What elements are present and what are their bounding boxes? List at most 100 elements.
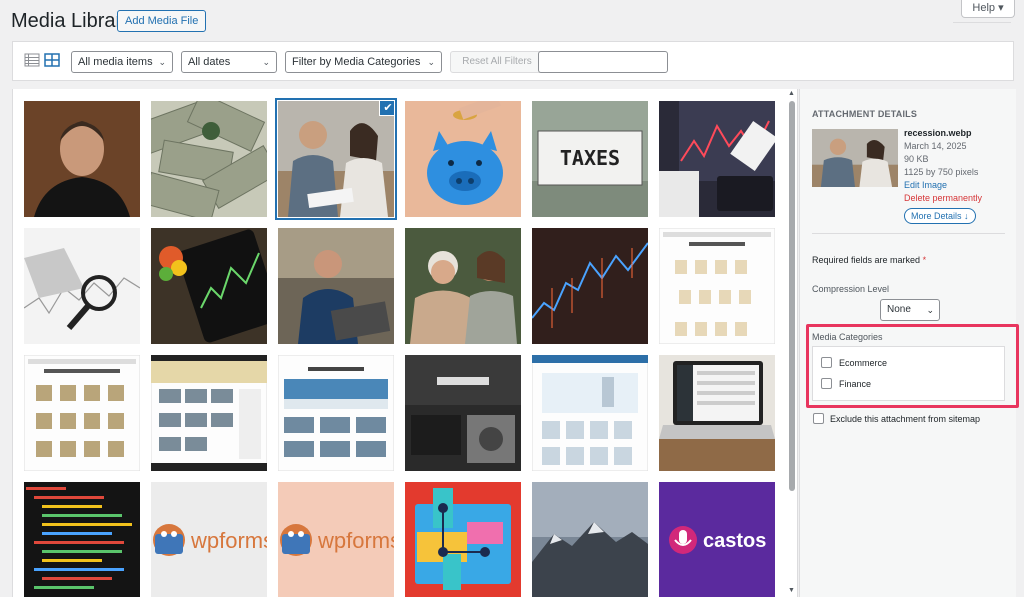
attachment-details-heading: ATTACHMENT DETAILS [812, 109, 918, 119]
more-details-button[interactable]: More Details ↓ [904, 208, 976, 224]
category-select[interactable]: Filter by Media Categories ⌄ [285, 51, 442, 73]
media-item-dollar-bills[interactable] [151, 101, 267, 217]
thumbnail-image [151, 228, 267, 344]
chevron-down-icon: ⌄ [158, 57, 166, 67]
chevron-down-icon: ⌄ [262, 57, 270, 67]
media-item-tattoo-site[interactable] [405, 355, 521, 471]
media-item-laptop-desk[interactable] [659, 355, 775, 471]
thumbnail-image [24, 355, 140, 471]
media-item-stock-graph[interactable] [532, 228, 648, 344]
taxes-text: TAXES [560, 146, 620, 170]
delete-permanently-link[interactable]: Delete permanently [904, 192, 982, 205]
ecommerce-checkbox[interactable] [821, 357, 832, 368]
reset-filters-button[interactable]: Reset All Filters [450, 51, 544, 73]
checkmark-icon[interactable]: ✔ [379, 101, 394, 116]
media-toolbar: All media items ⌄ All dates ⌄ Filter by Me… [12, 41, 1014, 81]
media-item-castos-logo[interactable]: castos [659, 482, 775, 597]
media-item-wpforms-logo-peach[interactable]: wpforms [278, 482, 394, 597]
attachment-size: 90 KB [904, 154, 929, 164]
compression-level-select[interactable]: None ⌄ [880, 299, 940, 321]
thumbnail-image [151, 355, 267, 471]
chevron-down-icon: ⌄ [427, 57, 435, 67]
divider [953, 22, 1011, 23]
list-view-icon[interactable] [24, 53, 40, 67]
media-item-women-talking[interactable] [405, 228, 521, 344]
thumbnail-image: wpforms [278, 482, 394, 597]
chevron-down-icon: ⌄ [926, 305, 934, 315]
media-item-mountains[interactable] [532, 482, 648, 597]
thumbnail-image [532, 355, 648, 471]
attachment-filename: recession.webp [904, 128, 972, 138]
compression-level-label: Compression Level [812, 284, 890, 294]
required-note-text: Required fields are marked [812, 255, 921, 265]
exclude-sitemap-checkbox[interactable] [813, 413, 824, 424]
thumbnail-image [532, 482, 648, 597]
media-item-stock-report[interactable] [659, 101, 775, 217]
help-label: Help [972, 2, 996, 14]
scrollbar-thumb[interactable] [789, 101, 795, 491]
page-title: Media Library [11, 10, 133, 32]
scroll-down-icon[interactable]: ▼ [788, 587, 795, 594]
divider [812, 233, 1005, 234]
media-item-website-mock-1[interactable] [151, 355, 267, 471]
thumbnail-image [278, 355, 394, 471]
required-fields-note: Required fields are marked * [812, 255, 926, 265]
thumbnail-image [24, 482, 140, 597]
thumbnail-image [278, 101, 394, 217]
thumbnail-image [659, 101, 775, 217]
thumbnail-image: castos [659, 482, 775, 597]
thumbnail-image [278, 228, 394, 344]
media-item-map-illustration[interactable] [405, 482, 521, 597]
media-item-recession-couple[interactable]: ✔ [275, 98, 397, 220]
thumbnail-image [405, 228, 521, 344]
attachment-dimensions: 1125 by 750 pixels [904, 167, 979, 177]
media-item-tablet-chart[interactable] [151, 228, 267, 344]
date-select[interactable]: All dates ⌄ [181, 51, 277, 73]
media-item-product-page-3[interactable] [532, 355, 648, 471]
ecommerce-label[interactable]: Ecommerce [839, 358, 887, 368]
date-value: All dates [188, 56, 231, 68]
exclude-sitemap-label[interactable]: Exclude this attachment from sitemap [830, 414, 980, 424]
finance-label[interactable]: Finance [839, 379, 871, 389]
media-type-value: All media items [78, 56, 153, 68]
media-item-product-page-2[interactable] [24, 355, 140, 471]
compression-value: None [887, 304, 911, 315]
thumbnail-image [24, 228, 140, 344]
media-type-select[interactable]: All media items ⌄ [71, 51, 173, 73]
required-star: * [922, 255, 927, 265]
media-item-product-page-1[interactable] [659, 228, 775, 344]
attachment-meta: recession.webp March 14, 2025 90 KB 1125… [904, 127, 982, 205]
thumbnail-image [532, 228, 648, 344]
media-item-piggy-bank[interactable] [405, 101, 521, 217]
preview-image [812, 129, 898, 187]
media-item-code-editor[interactable] [24, 482, 140, 597]
scroll-up-icon[interactable]: ▲ [788, 90, 795, 97]
scrollbar[interactable]: ▲ ▼ [786, 89, 798, 597]
grid-view-icon[interactable] [44, 53, 60, 67]
thumbnail-image [24, 101, 140, 217]
edit-image-link[interactable]: Edit Image [904, 179, 982, 192]
media-item-man-laptop[interactable] [278, 228, 394, 344]
search-input[interactable] [538, 51, 668, 73]
media-item-magnifier-chart[interactable] [24, 228, 140, 344]
media-item-portrait-man[interactable] [24, 101, 140, 217]
wpforms-logo-text: wpforms [317, 528, 394, 553]
media-item-wpforms-logo-gray[interactable]: wpforms [151, 482, 267, 597]
help-tab[interactable]: Help ▾ [961, 0, 1015, 18]
thumbnail-image: TAXES [532, 101, 648, 217]
thumbnail-image [659, 228, 775, 344]
thumbnail-image [405, 482, 521, 597]
thumbnail-image: wpforms [151, 482, 267, 597]
castos-logo-text: castos [703, 530, 766, 552]
attachment-details-panel: ATTACHMENT DETAILS recession.webp March … [799, 89, 1019, 597]
add-media-file-button[interactable]: Add Media File [117, 10, 207, 32]
finance-checkbox[interactable] [821, 378, 832, 389]
thumbnail-image [659, 355, 775, 471]
category-value: Filter by Media Categories [292, 56, 421, 68]
media-item-taxes-sign[interactable]: TAXES [532, 101, 648, 217]
attachment-date: March 14, 2025 [904, 141, 967, 151]
media-item-travel-site[interactable] [278, 355, 394, 471]
attachment-preview [812, 129, 898, 187]
thumbnail-image [405, 101, 521, 217]
media-categories-label: Media Categories [812, 332, 883, 342]
